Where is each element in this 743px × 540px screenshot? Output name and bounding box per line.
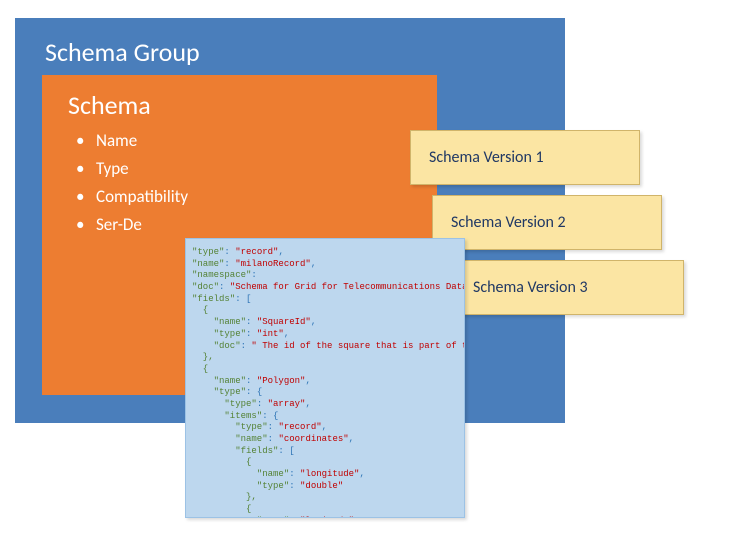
- schema-version-label: Schema Version 3: [473, 278, 588, 297]
- schema-version-label: Schema Version 2: [451, 213, 566, 232]
- schema-json-preview: "type": "record","name": "milanoRecord",…: [185, 238, 465, 518]
- schema-version-card-2: Schema Version 2: [432, 195, 662, 250]
- schema-attr-name: Name: [68, 127, 411, 155]
- schema-group-title: Schema Group: [45, 36, 537, 68]
- schema-attr-compatibility: Compatibility: [68, 183, 411, 211]
- schema-title: Schema: [68, 89, 411, 121]
- schema-version-label: Schema Version 1: [429, 148, 544, 167]
- schema-attr-type: Type: [68, 155, 411, 183]
- schema-version-card-1: Schema Version 1: [410, 130, 640, 185]
- schema-json-text: "type": "record","name": "milanoRecord",…: [192, 247, 456, 518]
- schema-attr-serde: Ser-De: [68, 211, 411, 239]
- schema-attribute-list: Name Type Compatibility Ser-De: [68, 127, 411, 239]
- schema-version-card-3: Schema Version 3: [454, 260, 684, 315]
